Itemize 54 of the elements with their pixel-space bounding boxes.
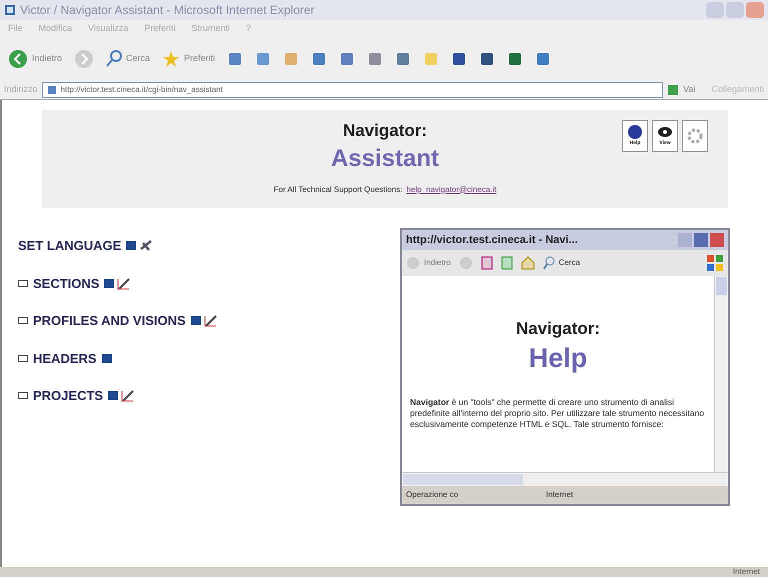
go-button[interactable]: Vai xyxy=(667,82,696,96)
windows-logo-icon xyxy=(706,254,724,272)
collapse-box-icon[interactable] xyxy=(18,317,28,324)
menu-item[interactable]: Preferiti xyxy=(144,22,176,36)
back-icon xyxy=(406,256,420,270)
tree-item-link[interactable]: HEADERS xyxy=(33,348,97,368)
horizontal-scrollbar[interactable] xyxy=(402,472,728,486)
favorites-button[interactable]: Preferiti xyxy=(162,50,216,68)
settings-button[interactable] xyxy=(682,120,708,152)
header-title: Navigator: xyxy=(342,120,428,142)
support-text: For All Technical Support Questions: xyxy=(274,184,402,196)
search-icon xyxy=(106,50,122,68)
pencil-icon[interactable] xyxy=(204,314,218,328)
header-subtitle: Assistant xyxy=(330,144,440,174)
menu-item[interactable]: Visualizza xyxy=(88,22,128,36)
page-icon xyxy=(46,84,57,94)
menu-item[interactable]: ? xyxy=(246,22,251,36)
help-icon xyxy=(627,124,643,140)
support-link[interactable]: help_navigator@cineca.it xyxy=(406,184,496,196)
collapse-box-icon[interactable] xyxy=(18,392,28,400)
menu-item[interactable]: Modifica xyxy=(38,22,72,36)
search-button[interactable]: Cerca xyxy=(542,256,580,270)
tools-icon[interactable] xyxy=(139,239,154,252)
menu-item[interactable]: File xyxy=(8,22,23,36)
gear-icon xyxy=(685,126,705,146)
help-subtitle: Help xyxy=(528,342,588,375)
pencil-icon[interactable] xyxy=(117,276,132,290)
window-title: Victor / Navigator Assistant - Microsoft Internet Explorer xyxy=(20,2,315,19)
pencil-icon[interactable] xyxy=(121,389,136,402)
help-title: Navigator: xyxy=(516,318,600,340)
tree-item-link[interactable]: SECTIONS xyxy=(33,274,100,293)
status-text: Operazione co xyxy=(406,489,460,501)
star-icon xyxy=(162,50,180,68)
forward-icon xyxy=(74,49,94,69)
address-label: Indirizzo xyxy=(4,82,38,96)
zone-text: Internet xyxy=(546,489,574,501)
help-paragraph: Navigator è un "tools" che permette di creare uno strumento di analisi predefinite all'interno del proprio sito. Per utilizzare tale strumento necessitano esclusivamente competenze HTML e SQL. Tale strumento fornisce: xyxy=(410,397,706,432)
back-button[interactable]: Indietro xyxy=(406,256,451,270)
search-icon xyxy=(542,256,555,270)
collapse-box-icon[interactable] xyxy=(18,280,28,287)
refresh-icon[interactable] xyxy=(500,256,513,270)
search-button[interactable]: Cerca xyxy=(106,50,150,68)
tree-item-link[interactable]: SET LANGUAGE xyxy=(18,236,122,256)
popup-title: http://victor.test.cineca.it - Navi... xyxy=(406,232,578,248)
tree-item-link[interactable]: PROFILES AND VISIONS xyxy=(33,311,186,330)
vertical-scrollbar[interactable] xyxy=(714,276,728,472)
tree-item-link[interactable]: PROJECTS xyxy=(33,386,104,406)
back-icon xyxy=(8,49,28,69)
browser-icon xyxy=(4,4,16,16)
back-button[interactable]: Indietro xyxy=(8,49,62,69)
collapse-box-icon[interactable] xyxy=(18,354,28,362)
menu-item[interactable]: Strumenti xyxy=(191,22,230,36)
address-field[interactable]: http://victor.test.cineca.it/cgi-bin/nav_assistant xyxy=(42,82,664,98)
zone-text: Internet xyxy=(732,568,760,576)
